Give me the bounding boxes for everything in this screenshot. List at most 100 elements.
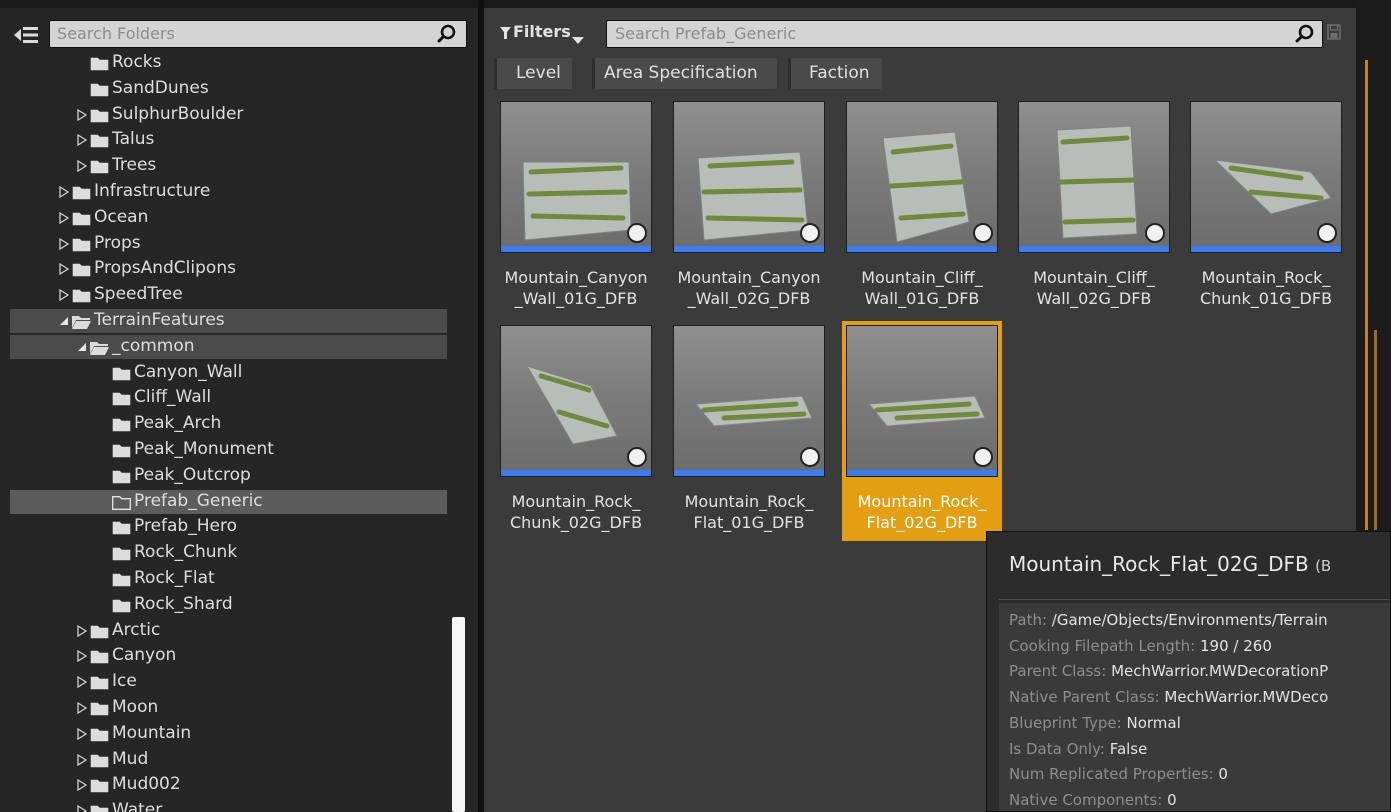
collapsed-arrow-icon[interactable] xyxy=(76,779,88,794)
folder-icon xyxy=(90,56,109,71)
tree-item[interactable]: Rocks xyxy=(10,51,447,75)
tree-scrollbar[interactable] xyxy=(452,617,465,812)
chevron-down-icon xyxy=(572,30,584,49)
tree-item-label: PropsAndClipons xyxy=(94,258,236,279)
folder-icon xyxy=(112,469,131,484)
tree-item[interactable]: Mountain xyxy=(10,722,447,746)
tree-item[interactable]: _common xyxy=(10,334,447,359)
asset-name-line1: Mountain_Rock_ xyxy=(684,492,814,511)
collapsed-arrow-icon[interactable] xyxy=(58,289,70,304)
folder-icon xyxy=(112,598,131,613)
tree-item-label: TerrainFeatures xyxy=(94,310,225,330)
tree-item[interactable]: SandDunes xyxy=(10,77,447,101)
collapsed-arrow-icon[interactable] xyxy=(58,263,70,278)
tree-item[interactable]: Talus xyxy=(10,128,447,152)
property-value: 190 / 260 xyxy=(1200,636,1272,655)
asset-thumbnail xyxy=(673,325,825,477)
tree-item[interactable]: PropsAndClipons xyxy=(10,257,447,281)
asset-tile[interactable]: Mountain_Rock_ Flat_02G_DFB xyxy=(842,321,1002,541)
tooltip-property: Cooking Filepath Length: 190 / 260 xyxy=(1009,637,1272,655)
asset-search-input[interactable]: Search Prefab_Generic xyxy=(606,20,1323,48)
tooltip-property: Parent Class: MechWarrior.MWDecorationP xyxy=(1009,662,1328,680)
tree-item[interactable]: Prefab_Hero xyxy=(10,515,447,539)
folder-icon xyxy=(90,108,109,122)
tree-item-label: Peak_Arch xyxy=(134,413,222,434)
tree-item[interactable]: Water xyxy=(10,799,447,812)
tree-item[interactable]: Props xyxy=(10,232,447,256)
expanded-arrow-icon[interactable] xyxy=(58,315,70,329)
tree-item[interactable]: Canyon xyxy=(10,644,447,668)
tree-item-label: Props xyxy=(94,232,141,253)
tree-item-label: _common xyxy=(112,335,195,356)
collapsed-arrow-icon[interactable] xyxy=(76,160,88,175)
collapsed-arrow-icon[interactable] xyxy=(58,185,70,201)
tree-item[interactable]: Trees xyxy=(10,154,447,178)
folder-icon xyxy=(72,185,91,200)
collapsed-arrow-icon[interactable] xyxy=(76,727,88,743)
tree-item-label: SandDunes xyxy=(112,77,209,98)
tree-item[interactable]: Mud002 xyxy=(10,773,447,797)
tree-item-label: Peak_Outcrop xyxy=(134,464,251,485)
tree-item[interactable]: Peak_Outcrop xyxy=(10,464,447,488)
tree-item[interactable]: Ice xyxy=(10,670,447,694)
tree-item[interactable]: Rock_Flat xyxy=(10,567,447,591)
collapsed-arrow-icon[interactable] xyxy=(76,701,88,717)
asset-name-line1: Mountain_Cliff_ xyxy=(1033,268,1155,287)
filter-funnel-icon xyxy=(500,25,511,44)
collapsed-arrow-icon[interactable] xyxy=(76,108,88,124)
collapsed-arrow-icon[interactable] xyxy=(76,753,88,769)
expanded-arrow-icon[interactable] xyxy=(76,341,88,355)
tree-item-label: Canyon_Wall xyxy=(134,361,243,382)
search-icon[interactable] xyxy=(1295,24,1315,49)
tree-item[interactable]: Canyon_Wall xyxy=(10,361,447,385)
asset-name-line1: Mountain_Rock_ xyxy=(857,492,987,511)
tree-item-label: Mountain xyxy=(112,722,192,743)
tree-item[interactable]: Moon xyxy=(10,696,447,720)
property-key: Path: xyxy=(1009,611,1052,629)
tree-item[interactable]: Rock_Shard xyxy=(10,593,447,617)
folder-icon xyxy=(90,675,109,690)
property-value: 0 xyxy=(1167,790,1177,809)
tree-item[interactable]: Prefab_Generic xyxy=(10,489,447,514)
tree-item[interactable]: Peak_Arch xyxy=(10,412,447,436)
folder-icon xyxy=(90,701,109,716)
filter-chip-faction[interactable]: Faction xyxy=(788,58,882,89)
tree-item[interactable]: TerrainFeatures xyxy=(10,309,447,333)
collapsed-arrow-icon[interactable] xyxy=(58,237,70,253)
tree-item[interactable]: Mud xyxy=(10,748,447,772)
folder-icon xyxy=(90,624,109,638)
tooltip-asset-name: Mountain_Rock_Flat_02G_DFB xyxy=(1009,552,1309,576)
tree-item[interactable]: Cliff_Wall xyxy=(10,386,447,410)
collapsed-arrow-icon[interactable] xyxy=(76,676,88,691)
filter-chip-area-specification[interactable]: Area Specification xyxy=(592,58,777,89)
asset-thumbnail xyxy=(500,325,652,477)
collapsed-arrow-icon[interactable] xyxy=(76,805,88,812)
tree-item-label: Trees xyxy=(112,155,157,176)
tree-item[interactable]: Infrastructure xyxy=(10,180,447,204)
asset-name-line2: Chunk_02G_DFB xyxy=(509,513,643,532)
tree-item[interactable]: Peak_Monument xyxy=(10,438,447,462)
tree-item[interactable]: SulphurBoulder xyxy=(10,103,447,127)
tree-item-label: Canyon xyxy=(112,645,177,666)
property-key: Is Data Only: xyxy=(1009,739,1110,758)
tree-item-label: Prefab_Generic xyxy=(134,490,263,511)
property-key: Native Parent Class: xyxy=(1009,688,1165,707)
collapsed-arrow-icon[interactable] xyxy=(76,624,88,640)
asset-name-line2: Wall_01G_DFB xyxy=(864,289,980,308)
tree-item[interactable]: Arctic xyxy=(10,619,447,643)
folder-icon xyxy=(90,649,109,664)
tree-item-label: Ice xyxy=(112,671,137,692)
tooltip-divider xyxy=(999,599,1390,600)
collapsed-arrow-icon[interactable] xyxy=(58,211,70,227)
collapsed-arrow-icon[interactable] xyxy=(76,650,88,665)
tree-item[interactable]: SpeedTree xyxy=(10,283,447,307)
save-search-icon[interactable] xyxy=(1327,24,1341,45)
folder-icon xyxy=(72,237,91,251)
collapsed-arrow-icon[interactable] xyxy=(76,134,88,149)
tree-item[interactable]: Rock_Chunk xyxy=(10,541,447,565)
asset-thumbnail xyxy=(500,101,652,253)
filter-chip-level[interactable]: Level xyxy=(494,58,572,89)
folder-icon xyxy=(90,727,109,742)
folder-icon xyxy=(90,804,109,812)
tree-item[interactable]: Ocean xyxy=(10,206,447,230)
